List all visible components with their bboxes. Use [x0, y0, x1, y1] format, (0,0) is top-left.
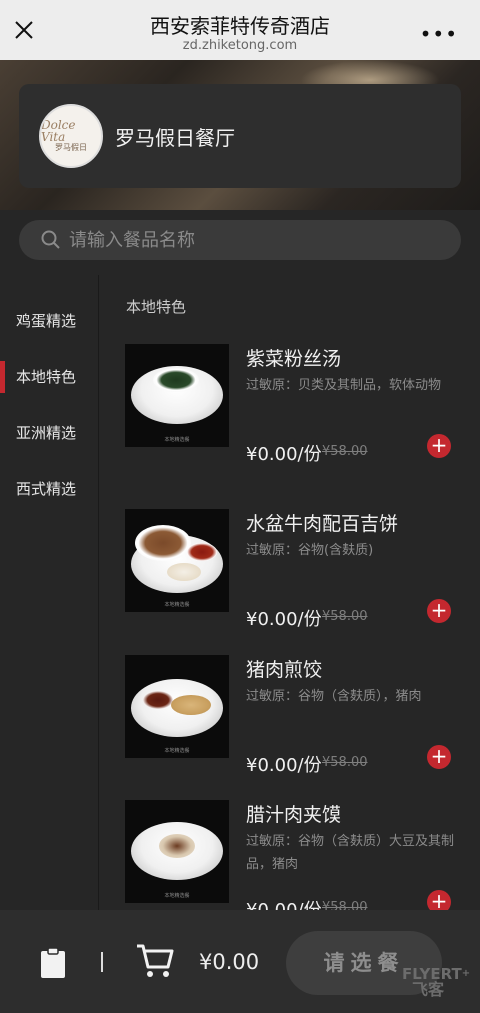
add-to-cart-button[interactable]: +	[427, 434, 451, 458]
dish-image-caption: 本地精选餐	[164, 748, 190, 754]
restaurant-name: 罗马假日餐厅	[115, 126, 235, 150]
more-icon[interactable]: •••	[420, 22, 458, 46]
menu-list: 本地特色 本地精选餐 紫菜粉丝汤 过敏原：贝类及其制品，软体动物 ¥0.00/份…	[100, 275, 480, 910]
logo-subtext: 罗马假日	[55, 143, 87, 152]
dish-image: 本地精选餐	[125, 344, 229, 447]
page-title: 西安索菲特传奇酒店	[150, 14, 330, 38]
item-original-price: ¥58.00	[322, 755, 368, 770]
item-original-price: ¥58.00	[322, 444, 368, 459]
dish-image: 本地精选餐	[125, 655, 229, 758]
category-local[interactable]: 本地特色	[0, 357, 99, 397]
item-price: ¥0.00/份	[246, 444, 322, 465]
category-sidebar: 鸡蛋精选 本地特色 亚洲精选 西式精选	[0, 275, 99, 910]
search-bar[interactable]	[19, 220, 461, 260]
item-price: ¥0.00/份	[246, 896, 322, 910]
dish-image-caption: 本地精选餐	[164, 602, 190, 608]
watermark: FLYERT+ 飞客	[402, 965, 471, 999]
category-egg[interactable]: 鸡蛋精选	[0, 301, 99, 341]
item-name: 猪肉煎饺	[246, 659, 323, 681]
item-price: ¥0.00/份	[246, 755, 322, 776]
item-original-price: ¥58.00	[322, 900, 368, 910]
logo-text: Dolce Vita	[41, 118, 76, 144]
cart-total: ¥0.00	[199, 950, 260, 974]
order-list-icon[interactable]	[40, 947, 66, 979]
category-asian[interactable]: 亚洲精选	[0, 413, 99, 453]
restaurant-logo: Dolce Vita 罗马假日	[39, 104, 103, 168]
menu-item[interactable]: 本地精选餐 猪肉煎饺 过敏原：谷物（含麸质），猪肉 ¥0.00/份 ¥58.00…	[100, 655, 480, 800]
divider	[101, 952, 103, 972]
item-original-price: ¥58.00	[322, 609, 368, 624]
search-input[interactable]	[69, 220, 449, 260]
item-price: ¥0.00/份	[246, 609, 322, 630]
search-icon	[41, 230, 60, 249]
item-name: 水盆牛肉配百吉饼	[246, 513, 399, 535]
dish-image: 本地精选餐	[125, 509, 229, 612]
item-allergen: 过敏原：谷物(含麸质)	[246, 543, 374, 558]
dish-image-caption: 本地精选餐	[164, 893, 190, 899]
dish-image: 本地精选餐	[125, 800, 229, 903]
add-to-cart-button[interactable]: +	[427, 890, 451, 910]
cart-icon[interactable]	[136, 943, 174, 979]
item-name: 腊汁肉夹馍	[246, 804, 342, 826]
add-to-cart-button[interactable]: +	[427, 745, 451, 769]
category-western[interactable]: 西式精选	[0, 469, 99, 509]
restaurant-card: Dolce Vita 罗马假日 罗马假日餐厅	[19, 84, 461, 188]
watermark-subtext: 飞客	[412, 980, 445, 999]
section-title: 本地特色	[126, 298, 187, 316]
item-allergen: 过敏原：贝类及其制品，软体动物	[246, 378, 442, 393]
item-allergen: 过敏原：谷物（含麸质）大豆及其制品，猪肉	[246, 834, 455, 872]
menu-item[interactable]: 本地精选餐 腊汁肉夹馍 过敏原：谷物（含麸质）大豆及其制品，猪肉 ¥0.00/份…	[100, 800, 480, 910]
page-url: zd.zhiketong.com	[182, 38, 298, 53]
add-to-cart-button[interactable]: +	[427, 599, 451, 623]
item-name: 紫菜粉丝汤	[246, 348, 342, 370]
menu-item[interactable]: 本地精选餐 紫菜粉丝汤 过敏原：贝类及其制品，软体动物 ¥0.00/份 ¥58.…	[100, 344, 480, 489]
dish-image-caption: 本地精选餐	[164, 437, 190, 443]
menu-item[interactable]: 本地精选餐 水盆牛肉配百吉饼 过敏原：谷物(含麸质) ¥0.00/份 ¥58.0…	[100, 509, 480, 654]
browser-bar: 西安索菲特传奇酒店 zd.zhiketong.com •••	[0, 0, 480, 60]
item-allergen: 过敏原：谷物（含麸质），猪肉	[246, 689, 422, 704]
